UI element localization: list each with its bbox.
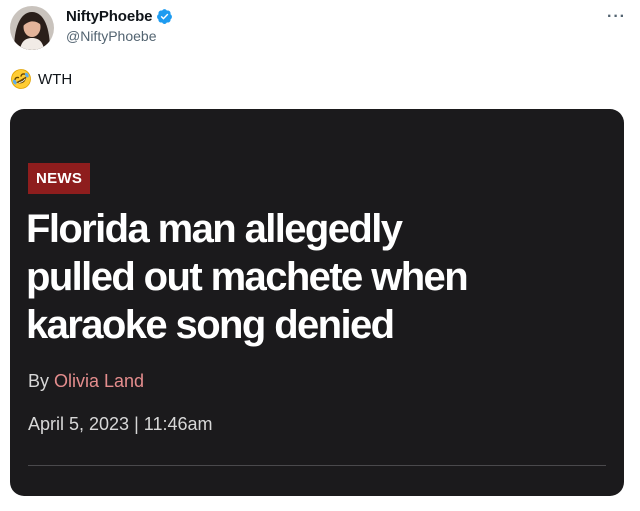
avatar-image [10,6,54,50]
byline-author: Olivia Land [54,371,145,391]
rolling-on-floor-laughing-emoji-icon [10,68,32,90]
author-handle[interactable]: @NiftyPhoebe [66,28,173,44]
article-image-card[interactable]: NEWS Florida man allegedly pulled out ma… [10,109,624,496]
article-date: April 5, 2023 [28,414,130,434]
news-badge: NEWS [28,163,91,194]
tweet-header: NiftyPhoebe @NiftyPhoebe ··· [10,6,630,54]
article-byline: By Olivia Land [28,371,144,392]
more-options-icon[interactable]: ··· [607,8,626,26]
tweet-text-content: WTH [38,70,73,88]
dateline-separator: | [129,414,144,434]
headline-line: Florida man allegedly [26,207,403,251]
author-display-row[interactable]: NiftyPhoebe [66,8,173,25]
tweet-text: WTH [10,68,72,90]
byline-prefix: By [28,371,55,391]
article-time: 11:46am [143,414,213,434]
card-divider [28,465,606,466]
article-headline: Florida man allegedly pulled out machete… [26,205,616,349]
author-names: NiftyPhoebe @NiftyPhoebe [66,8,173,44]
avatar[interactable] [10,6,54,50]
headline-line: karaoke song denied [26,303,395,347]
article-dateline: April 5, 2023 | 11:46am [28,414,212,435]
headline-line: pulled out machete when [26,255,469,299]
author-display-name[interactable]: NiftyPhoebe [66,8,153,25]
verified-badge-icon [156,8,173,25]
